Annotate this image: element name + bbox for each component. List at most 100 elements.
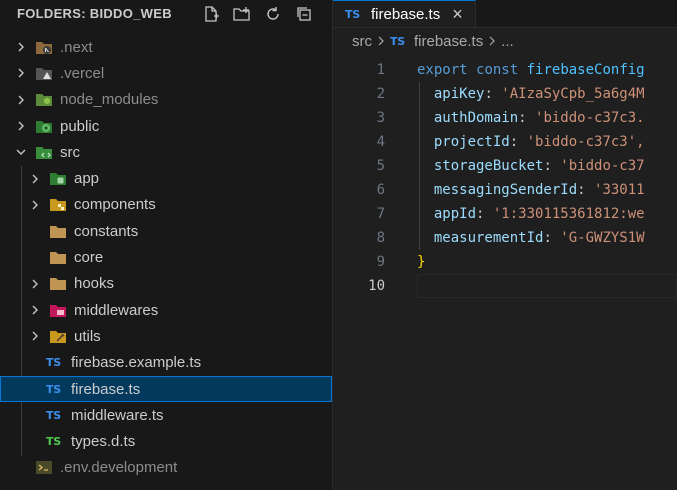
code-line: 2 apiKey: 'AIzaSyCpb_5a6g4M: [333, 82, 677, 106]
tree-item-label: firebase.example.ts: [71, 354, 202, 372]
tree-item-src[interactable]: src: [0, 139, 332, 165]
chevron-right-icon: [13, 65, 29, 81]
tree-item-hooks[interactable]: hooks: [0, 271, 332, 297]
code-keyword: const: [476, 62, 519, 78]
code-string: 'G-GWZYS1W: [560, 230, 645, 246]
code-line: 8 measurementId: 'G-GWZYS1W: [333, 226, 677, 250]
code-property: measurementId: [433, 230, 544, 246]
tree-item-label: core: [74, 249, 104, 267]
line-number: 8: [376, 230, 385, 246]
components-folder-icon: [49, 197, 67, 213]
tree-item-label: .env.development: [60, 459, 178, 477]
breadcrumb-more[interactable]: ...: [501, 33, 514, 50]
line-number: 4: [376, 134, 385, 150]
current-line-highlight: [417, 274, 677, 298]
tree-item-vercel[interactable]: .vercel: [0, 60, 332, 86]
code-line-current: 10: [333, 274, 677, 298]
node-folder-icon: [35, 92, 53, 108]
tree-item-label: components: [74, 196, 156, 214]
line-number: 5: [376, 158, 385, 174]
tree-item-label: firebase.ts: [71, 380, 141, 398]
folder-icon: [49, 223, 67, 239]
typescript-definition-icon: TS: [46, 435, 61, 449]
tree-item-middleware[interactable]: TS middleware.ts: [0, 402, 332, 428]
tree-item-label: utils: [74, 327, 101, 345]
tree-item-label: middlewares: [74, 301, 159, 319]
line-number: 10: [368, 278, 385, 294]
tree-item-constants[interactable]: constants: [0, 218, 332, 244]
tree-item-firebase[interactable]: TS firebase.ts: [0, 375, 332, 403]
code-property: messagingSenderId: [433, 182, 578, 198]
breadcrumb: src TS firebase.ts ...: [333, 28, 677, 55]
code-line: 1 export const firebaseConfig: [333, 58, 677, 82]
code-editor[interactable]: 1 export const firebaseConfig 2 apiKey: …: [333, 58, 677, 298]
tree-item-label: public: [60, 117, 100, 135]
line-number: 1: [376, 62, 385, 78]
code-line: 4 projectId: 'biddo-c37c3',: [333, 130, 677, 154]
tree-item-core[interactable]: core: [0, 244, 332, 270]
tab-firebase-ts[interactable]: TS firebase.ts ×: [333, 0, 476, 27]
tab-label: firebase.ts: [371, 5, 441, 23]
tree-item-app[interactable]: app: [0, 165, 332, 191]
tree-item-types-d[interactable]: TS types.d.ts: [0, 428, 332, 454]
chevron-right-icon: [13, 92, 29, 108]
code-property: projectId: [433, 134, 510, 150]
tree-item-utils[interactable]: utils: [0, 323, 332, 349]
explorer-title: FOLDERS: BIDDO_WEB: [17, 6, 172, 21]
typescript-file-icon: TS: [46, 356, 61, 370]
tree-item-middlewares[interactable]: middlewares: [0, 297, 332, 323]
code-string: '33011: [594, 182, 645, 198]
code-string: 'biddo-c37c3',: [526, 134, 645, 150]
tree-item-public[interactable]: public: [0, 113, 332, 139]
chevron-right-icon: [27, 328, 43, 344]
explorer-sidebar: FOLDERS: BIDDO_WEB .next .vercel node_mo…: [0, 0, 333, 490]
chevron-right-icon: [27, 197, 43, 213]
public-folder-icon: [35, 118, 53, 134]
tree-item-label: app: [74, 170, 100, 188]
breadcrumb-folder[interactable]: src: [352, 33, 372, 50]
code-brace: }: [417, 254, 426, 270]
tree-item-next[interactable]: .next: [0, 34, 332, 60]
editor-area: TS firebase.ts × src TS firebase.ts ... …: [333, 0, 677, 490]
close-icon[interactable]: ×: [452, 5, 463, 23]
chevron-right-icon: [13, 118, 29, 134]
code-line: 7 appId: '1:330115361812:we: [333, 202, 677, 226]
new-file-icon[interactable]: [200, 3, 222, 25]
next-folder-icon: [35, 39, 53, 55]
chevron-right-icon: [27, 276, 43, 292]
new-folder-icon[interactable]: [231, 3, 253, 25]
chevron-right-icon: [27, 302, 43, 318]
refresh-icon[interactable]: [262, 3, 284, 25]
chevron-right-icon: [488, 35, 496, 49]
tree-item-label: node_modules: [60, 91, 159, 109]
tree-item-label: middleware.ts: [71, 406, 164, 424]
tree-item-components[interactable]: components: [0, 192, 332, 218]
chevron-right-icon: [377, 35, 385, 49]
chevron-right-icon: [13, 39, 29, 55]
tree-item-firebase-example[interactable]: TS firebase.example.ts: [0, 350, 332, 376]
code-keyword: export: [417, 62, 468, 78]
tree-item-label: constants: [74, 222, 139, 240]
line-number: 3: [376, 110, 385, 126]
chevron-right-icon: [27, 171, 43, 187]
file-tree: .next .vercel node_modules public src ap…: [0, 34, 332, 481]
typescript-file-icon: TS: [390, 35, 405, 48]
code-property: appId: [433, 206, 477, 222]
line-number: 2: [376, 86, 385, 102]
code-line: 5 storageBucket: 'biddo-c37: [333, 154, 677, 178]
line-number: 6: [376, 182, 385, 198]
hooks-folder-icon: [49, 276, 67, 292]
typescript-file-icon: TS: [345, 7, 360, 21]
code-variable: firebaseConfig: [526, 62, 645, 78]
breadcrumb-file[interactable]: firebase.ts: [414, 33, 483, 50]
utils-folder-icon: [49, 328, 67, 344]
code-line: 9 }: [333, 250, 677, 274]
tree-item-label: hooks: [74, 275, 115, 293]
typescript-file-icon: TS: [46, 408, 61, 422]
code-property: storageBucket: [433, 158, 544, 174]
tab-bar: TS firebase.ts ×: [333, 0, 677, 28]
collapse-all-icon[interactable]: [293, 3, 315, 25]
tree-item-env-development[interactable]: .env.development: [0, 455, 332, 481]
tree-item-node-modules[interactable]: node_modules: [0, 87, 332, 113]
explorer-header: FOLDERS: BIDDO_WEB: [0, 0, 332, 27]
